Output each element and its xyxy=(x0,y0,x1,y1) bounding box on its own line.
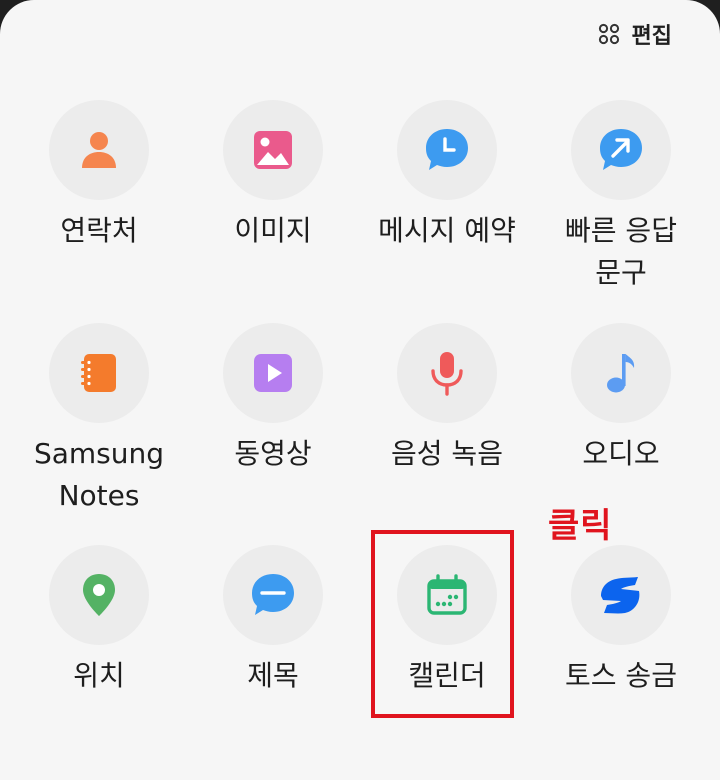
tile-scheduled-message[interactable]: 메시지 예약 xyxy=(360,100,534,252)
samsung-notes-icon xyxy=(81,354,116,392)
tile-label: 동영상 xyxy=(234,437,312,470)
scheduled-message-clock-icon xyxy=(426,129,468,170)
tile-voice-recording[interactable]: 음성 녹음 xyxy=(360,323,534,475)
tile-label: 연락처 xyxy=(60,214,138,247)
tile-label: 오디오 xyxy=(582,437,660,470)
tile-video[interactable]: 동영상 xyxy=(186,323,360,475)
microphone-icon xyxy=(431,352,463,396)
tile-location[interactable]: 위치 xyxy=(12,545,186,697)
tile-quick-reply[interactable]: 빠른 응답 문구 xyxy=(534,100,708,294)
tile-subject[interactable]: 제목 xyxy=(186,545,360,697)
attachment-sheet: 편집 연락처 이미지 메시지 예약 빠른 응답 문구 Samsung Notes… xyxy=(0,0,720,780)
tile-label: 빠른 응답 문구 xyxy=(565,214,677,289)
toss-icon xyxy=(601,577,640,614)
attachment-grid: 연락처 이미지 메시지 예약 빠른 응답 문구 Samsung Notes 동영… xyxy=(0,0,720,760)
image-icon xyxy=(254,131,292,169)
tile-image[interactable]: 이미지 xyxy=(186,100,360,252)
tile-samsung-notes[interactable]: Samsung Notes xyxy=(12,323,186,517)
tile-label: 메시지 예약 xyxy=(378,214,516,247)
click-annotation: 클릭 xyxy=(548,506,613,546)
tile-label: 토스 송금 xyxy=(565,659,677,692)
tile-contacts[interactable]: 연락처 xyxy=(12,100,186,252)
video-play-icon xyxy=(254,354,292,392)
quick-reply-arrow-icon xyxy=(600,129,642,170)
contact-person-icon xyxy=(82,132,116,168)
subject-bubble-icon xyxy=(252,574,294,615)
tile-toss-transfer[interactable]: 토스 송금 xyxy=(534,545,708,697)
tile-label: 음성 녹음 xyxy=(391,437,503,470)
location-pin-icon xyxy=(83,574,115,616)
tile-label: 위치 xyxy=(73,659,125,692)
tile-audio[interactable]: 오디오 xyxy=(534,323,708,475)
tile-label: 제목 xyxy=(247,659,299,692)
tile-label: 이미지 xyxy=(234,214,312,247)
tile-label: Samsung Notes xyxy=(33,437,165,512)
music-note-icon xyxy=(607,354,635,393)
highlight-box xyxy=(371,530,514,718)
